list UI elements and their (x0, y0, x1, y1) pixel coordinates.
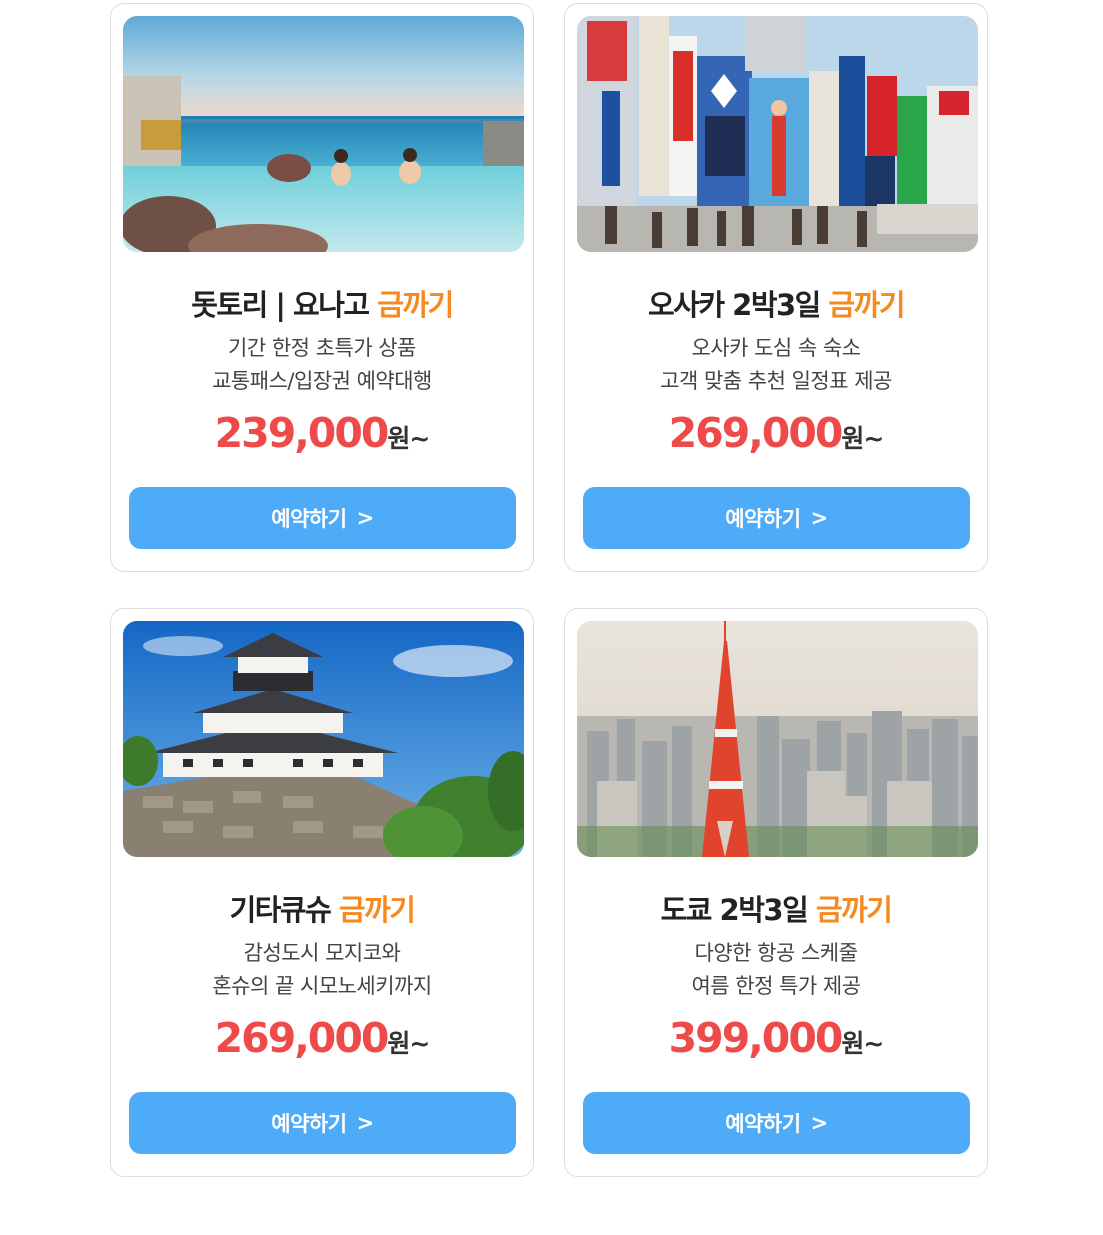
card-description: 오사카 도심 속 숙소 고객 맞춤 추천 일정표 제공 (565, 332, 987, 398)
dotonbori-street-photo (577, 16, 978, 252)
card-price: 399,000원~ (565, 1014, 987, 1062)
product-card-tottori: 돗토리 | 요나고 금까기 기간 한정 초특가 상품 교통패스/입장권 예약대행… (110, 3, 534, 572)
card-desc-line-1: 오사카 도심 속 숙소 (691, 336, 861, 360)
card-price: 239,000원~ (111, 409, 533, 457)
card-desc-line-1: 감성도시 모지코와 (243, 941, 401, 965)
onsen-sea-view-photo (123, 16, 524, 252)
chevron-right-icon: > (810, 506, 829, 530)
reserve-button-label: 예약하기 (271, 507, 347, 531)
price-amount: 239,000 (214, 409, 390, 457)
reserve-button[interactable]: 예약하기 > (583, 1092, 970, 1154)
reserve-button[interactable]: 예약하기 > (129, 1092, 516, 1154)
card-desc-line-2: 교통패스/입장권 예약대행 (212, 369, 432, 393)
price-amount: 399,000 (668, 1014, 844, 1062)
reserve-button[interactable]: 예약하기 > (129, 487, 516, 549)
price-amount: 269,000 (214, 1014, 390, 1062)
card-desc-line-1: 기간 한정 초특가 상품 (228, 336, 416, 360)
card-title-highlight: 금까기 (815, 893, 893, 927)
card-price: 269,000원~ (565, 409, 987, 457)
card-desc-line-2: 고객 맞춤 추천 일정표 제공 (660, 369, 892, 393)
card-title-main: 오사카 2박3일 (648, 288, 829, 322)
kokura-castle-photo (123, 621, 524, 857)
chevron-right-icon: > (810, 1111, 829, 1135)
reserve-button-label: 예약하기 (271, 1112, 347, 1136)
price-unit: 원~ (387, 424, 430, 453)
card-price: 269,000원~ (111, 1014, 533, 1062)
reserve-button[interactable]: 예약하기 > (583, 487, 970, 549)
card-description: 다양한 항공 스케줄 여름 한정 특가 제공 (565, 937, 987, 1003)
card-title-main: 돗토리 | 요나고 (191, 288, 378, 322)
product-card-tokyo: 도쿄 2박3일 금까기 다양한 항공 스케줄 여름 한정 특가 제공 399,0… (564, 608, 988, 1177)
card-title-main: 기타큐슈 (229, 893, 339, 927)
card-title: 돗토리 | 요나고 금까기 (111, 282, 533, 324)
product-card-kitakyushu: 기타큐슈 금까기 감성도시 모지코와 혼슈의 끝 시모노세키까지 269,000… (110, 608, 534, 1177)
card-desc-line-1: 다양한 항공 스케줄 (694, 941, 858, 965)
card-title: 기타큐슈 금까기 (111, 887, 533, 929)
price-unit: 원~ (841, 1029, 884, 1058)
card-desc-line-2: 혼슈의 끝 시모노세키까지 (212, 974, 432, 998)
reserve-button-label: 예약하기 (725, 507, 801, 531)
chevron-right-icon: > (356, 1111, 375, 1135)
product-card-osaka: 오사카 2박3일 금까기 오사카 도심 속 숙소 고객 맞춤 추천 일정표 제공… (564, 3, 988, 572)
tokyo-tower-skyline-photo (577, 621, 978, 857)
reserve-button-label: 예약하기 (725, 1112, 801, 1136)
price-unit: 원~ (387, 1029, 430, 1058)
chevron-right-icon: > (356, 506, 375, 530)
card-title: 도쿄 2박3일 금까기 (565, 887, 987, 929)
price-amount: 269,000 (668, 409, 844, 457)
card-title-highlight: 금까기 (338, 893, 416, 927)
card-description: 기간 한정 초특가 상품 교통패스/입장권 예약대행 (111, 332, 533, 398)
price-unit: 원~ (841, 424, 884, 453)
card-desc-line-2: 여름 한정 특가 제공 (691, 974, 861, 998)
card-title-highlight: 금까기 (377, 288, 454, 322)
card-description: 감성도시 모지코와 혼슈의 끝 시모노세키까지 (111, 937, 533, 1003)
card-title: 오사카 2박3일 금까기 (565, 282, 987, 324)
card-title-highlight: 금까기 (828, 288, 905, 322)
card-title-main: 도쿄 2박3일 (660, 893, 816, 927)
